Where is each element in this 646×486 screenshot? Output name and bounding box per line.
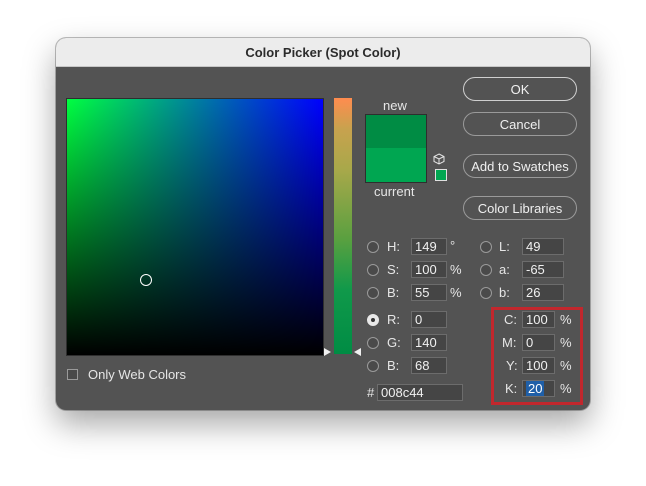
cube-icon[interactable] (433, 153, 445, 165)
m-label: M: (502, 335, 517, 350)
radio-h[interactable] (367, 241, 379, 253)
add-to-swatches-button[interactable]: Add to Swatches (463, 154, 577, 178)
l-label: L: (499, 239, 510, 254)
radio-a[interactable] (480, 264, 492, 276)
hex-label: # (367, 385, 375, 400)
k-input[interactable]: 20 (522, 380, 555, 397)
y-label: Y: (506, 358, 518, 373)
radio-rgb-b[interactable] (367, 360, 379, 372)
new-color-swatch (365, 114, 427, 149)
slider-right-arrow-icon[interactable] (354, 348, 361, 356)
h-input[interactable]: 149 (411, 238, 447, 255)
radio-g[interactable] (367, 337, 379, 349)
c-unit: % (560, 312, 572, 327)
m-unit: % (560, 335, 572, 350)
rgb-b-input[interactable]: 68 (411, 357, 447, 374)
window-title: Color Picker (Spot Color) (56, 38, 590, 67)
r-label: R: (387, 312, 400, 327)
h-unit: ° (450, 238, 456, 253)
lab-b-label: b: (499, 285, 510, 300)
g-input[interactable]: 140 (411, 334, 447, 351)
c-label: C: (504, 312, 517, 327)
color-field-cursor[interactable] (140, 274, 152, 286)
rgb-b-label: B: (387, 358, 400, 373)
cancel-button[interactable]: Cancel (463, 112, 577, 136)
m-input[interactable]: 0 (522, 334, 555, 351)
radio-lab-b[interactable] (480, 287, 492, 299)
r-input[interactable]: 0 (411, 311, 447, 328)
s-unit: % (450, 262, 462, 277)
y-input[interactable]: 100 (522, 357, 555, 374)
only-web-colors-label[interactable]: Only Web Colors (88, 367, 186, 382)
radio-l[interactable] (480, 241, 492, 253)
hue-slider[interactable] (334, 98, 352, 354)
k-label: K: (505, 381, 518, 396)
k-unit: % (560, 381, 572, 396)
a-input[interactable]: -65 (522, 261, 564, 278)
g-label: G: (387, 335, 401, 350)
k-input-selected-text: 20 (526, 381, 545, 396)
hex-input[interactable]: 008c44 (377, 384, 463, 401)
s-label: S: (387, 262, 400, 277)
new-label: new (383, 98, 407, 113)
b-unit: % (450, 285, 462, 300)
h-label: H: (387, 239, 400, 254)
c-input[interactable]: 100 (522, 311, 555, 328)
color-field[interactable] (66, 98, 324, 356)
b-label: B: (387, 285, 400, 300)
ok-button[interactable]: OK (463, 77, 577, 101)
radio-s[interactable] (367, 264, 379, 276)
only-web-colors-checkbox[interactable] (67, 369, 78, 380)
color-libraries-button[interactable]: Color Libraries (463, 196, 577, 220)
y-unit: % (560, 358, 572, 373)
lab-b-input[interactable]: 26 (522, 284, 564, 301)
l-input[interactable]: 49 (522, 238, 564, 255)
radio-b[interactable] (367, 287, 379, 299)
color-picker-dialog: Color Picker (Spot Color) new current OK… (56, 38, 590, 410)
slider-left-arrow-icon[interactable] (324, 348, 331, 356)
current-color-swatch[interactable] (365, 148, 427, 183)
current-label: current (374, 184, 415, 199)
b-input[interactable]: 55 (411, 284, 447, 301)
a-label: a: (499, 262, 510, 277)
gamut-warning-swatch[interactable] (435, 169, 447, 181)
s-input[interactable]: 100 (411, 261, 447, 278)
radio-r[interactable] (367, 314, 379, 326)
